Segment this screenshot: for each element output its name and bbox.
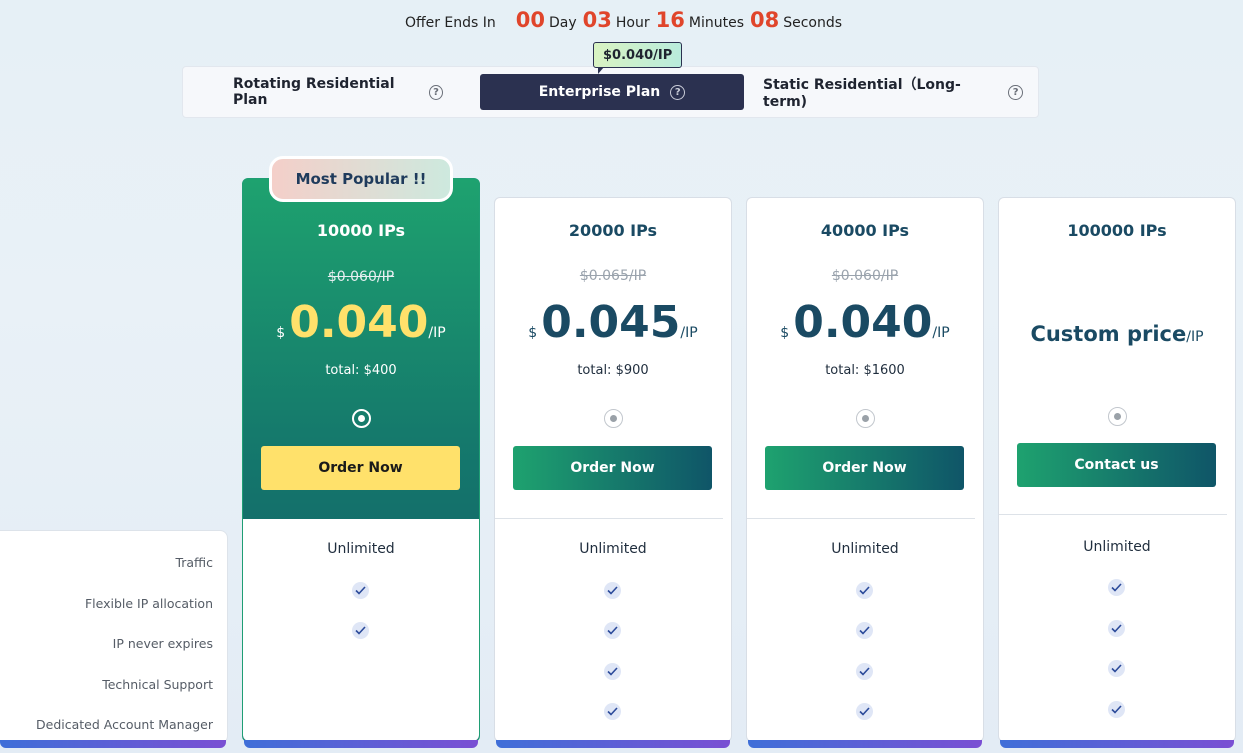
feature-label-traffic: Traffic (175, 555, 213, 570)
plan-card-40000: 40000 IPs $0.060/IP $ 0.040 /IP total: $… (746, 197, 984, 742)
check-icon (1108, 660, 1125, 677)
plan-total: total: $1600 (825, 363, 905, 378)
traffic-value: Unlimited (1083, 539, 1151, 555)
check-icon (604, 582, 621, 599)
plan-old-price: $0.060/IP (327, 269, 395, 285)
plan-ip-count: 40000 IPs (820, 221, 910, 240)
tab-label: Enterprise Plan (538, 84, 661, 100)
countdown-minutes-unit: Minutes (688, 15, 744, 31)
price-value: 0.040 (289, 297, 429, 348)
countdown-days: 00 (515, 8, 546, 32)
traffic-value: Unlimited (327, 541, 395, 557)
radio-icon[interactable] (352, 409, 371, 428)
help-circle-icon[interactable]: ? (428, 84, 443, 100)
check-icon (1108, 579, 1125, 596)
plan-type-tabs: Rotating Residential Plan ? Enterprise P… (182, 66, 1039, 118)
check-icon (856, 582, 873, 599)
plan-price: $ 0.040 /IP (243, 297, 479, 348)
decorative-strip (0, 740, 226, 748)
check-icon (856, 703, 873, 720)
plan-card-20000: 20000 IPs $0.065/IP $ 0.045 /IP total: $… (494, 197, 732, 742)
feature-labels-panel: Traffic Flexible IP allocation IP never … (0, 530, 228, 744)
plan-price: $ 0.040 /IP (747, 297, 983, 348)
tab-label: Rotating Residential Plan (233, 76, 395, 108)
decorative-strip (1000, 740, 1234, 748)
traffic-value: Unlimited (579, 541, 647, 557)
price-unit: /IP (428, 325, 446, 341)
feature-label-account-manager: Dedicated Account Manager (36, 717, 213, 732)
countdown-minutes: 16 (655, 8, 685, 32)
traffic-value: Unlimited (831, 541, 899, 557)
feature-label-flexible-ip: Flexible IP allocation (84, 596, 213, 611)
order-now-button[interactable]: Order Now (261, 446, 460, 490)
decorative-strip (748, 740, 982, 748)
custom-price-label: Custom price (1030, 322, 1187, 346)
help-circle-icon[interactable]: ? (670, 84, 686, 100)
countdown-days-unit: Day (549, 15, 577, 31)
countdown-hours: 03 (582, 8, 612, 32)
price-value: 0.045 (541, 297, 681, 348)
price-unit: /IP (932, 325, 950, 341)
tab-rotating-residential[interactable]: Rotating Residential Plan ? (233, 74, 443, 110)
contact-us-button[interactable]: Contact us (1017, 443, 1216, 487)
most-popular-badge: Most Popular !! (269, 156, 453, 202)
check-icon (1108, 701, 1125, 718)
price-unit: /IP (680, 325, 698, 341)
plan-card-10000: Most Popular !! 10000 IPs $0.060/IP $ 0.… (242, 156, 480, 742)
plan-ip-count: 20000 IPs (568, 221, 658, 240)
plan-card-100000: 100000 IPs Custom price/IP Contact us Un… (998, 197, 1236, 742)
plan-custom-price: Custom price/IP (999, 322, 1235, 346)
countdown-seconds-unit: Seconds (783, 15, 843, 31)
plan-total: total: $900 (577, 363, 649, 378)
radio-icon[interactable] (604, 409, 623, 428)
radio-icon[interactable] (856, 409, 875, 428)
price-unit: /IP (1186, 329, 1204, 345)
offer-countdown: Offer Ends In 00 Day 03 Hour 16 Minutes … (0, 8, 1243, 32)
check-icon (352, 582, 369, 599)
tab-enterprise-plan[interactable]: Enterprise Plan ? (480, 74, 744, 110)
check-icon (856, 663, 873, 680)
plan-old-price: $0.060/IP (831, 268, 899, 284)
card-divider (495, 518, 723, 519)
price-currency: $ (528, 325, 538, 341)
feature-label-technical-support: Technical Support (102, 677, 213, 692)
tab-static-residential[interactable]: Static Residential（Long-term) ? (763, 74, 1023, 110)
decorative-strip (244, 740, 478, 748)
help-circle-icon[interactable]: ? (1008, 84, 1023, 100)
price-value: 0.040 (793, 297, 933, 348)
check-icon (352, 622, 369, 639)
order-now-button[interactable]: Order Now (513, 446, 712, 490)
check-icon (604, 703, 621, 720)
price-tooltip-tag: $0.040/IP (593, 42, 683, 74)
countdown-seconds: 08 (750, 8, 780, 32)
tab-label: Static Residential（Long-term) (763, 77, 961, 110)
price-currency: $ (276, 325, 286, 341)
plan-price: $ 0.045 /IP (495, 297, 731, 348)
countdown-hours-unit: Hour (615, 15, 650, 31)
radio-icon[interactable] (1108, 407, 1127, 426)
plan-total: total: $400 (325, 363, 397, 378)
order-now-button[interactable]: Order Now (765, 446, 964, 490)
feature-label-ip-never-expires: IP never expires (112, 636, 213, 651)
plan-ip-count: 10000 IPs (316, 221, 406, 240)
check-icon (856, 622, 873, 639)
plan-old-price: $0.065/IP (579, 268, 647, 284)
price-currency: $ (780, 325, 790, 341)
check-icon (1108, 620, 1125, 637)
countdown-label: Offer Ends In (404, 15, 496, 31)
check-icon (604, 663, 621, 680)
card-divider (999, 514, 1227, 515)
plan-ip-count: 100000 IPs (1067, 221, 1167, 240)
decorative-strip (496, 740, 730, 748)
card-divider (747, 518, 975, 519)
check-icon (604, 622, 621, 639)
